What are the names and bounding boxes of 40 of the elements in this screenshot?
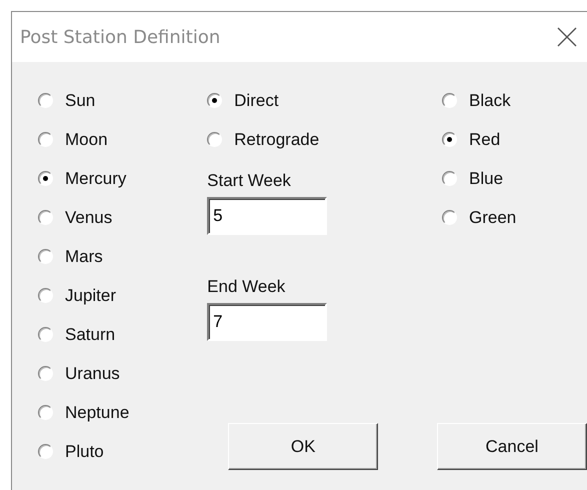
- radio-button[interactable]: [38, 210, 53, 225]
- radio-option[interactable]: Uranus: [38, 354, 208, 393]
- radio-button[interactable]: [38, 327, 53, 342]
- radio-button[interactable]: [38, 444, 53, 459]
- radio-option[interactable]: Moon: [38, 120, 208, 159]
- radio-button[interactable]: [38, 171, 53, 186]
- field-label: End Week: [207, 276, 286, 298]
- radio-button[interactable]: [38, 249, 53, 264]
- radio-option[interactable]: Sun: [38, 81, 208, 120]
- radio-option[interactable]: Mercury: [38, 159, 208, 198]
- radio-option[interactable]: Blue: [442, 159, 587, 198]
- radio-button[interactable]: [442, 210, 457, 225]
- radio-option[interactable]: Pluto: [38, 432, 208, 471]
- radio-option[interactable]: Retrograde: [207, 120, 442, 159]
- radio-option[interactable]: Green: [442, 198, 587, 237]
- window-title: Post Station Definition: [20, 26, 220, 50]
- dialog-button[interactable]: Cancel: [437, 423, 587, 470]
- radio-button[interactable]: [442, 171, 457, 186]
- radio-button[interactable]: [38, 93, 53, 108]
- close-icon[interactable]: [557, 27, 577, 47]
- radio-option[interactable]: Red: [442, 120, 587, 159]
- radio-button[interactable]: [207, 132, 222, 147]
- radio-button[interactable]: [38, 132, 53, 147]
- radio-button[interactable]: [38, 405, 53, 420]
- radio-button[interactable]: [442, 93, 457, 108]
- radio-option[interactable]: Direct: [207, 81, 442, 120]
- field-label: Start Week: [207, 170, 292, 192]
- radio-option[interactable]: Jupiter: [38, 276, 208, 315]
- radio-button[interactable]: [38, 366, 53, 381]
- radio-option[interactable]: Venus: [38, 198, 208, 237]
- dialog-button[interactable]: OK: [228, 423, 378, 470]
- radio-option[interactable]: Mars: [38, 237, 208, 276]
- radio-option[interactable]: Neptune: [38, 393, 208, 432]
- radio-option[interactable]: Saturn: [38, 315, 208, 354]
- radio-button[interactable]: [207, 93, 222, 108]
- input-field[interactable]: 5: [207, 197, 328, 235]
- input-field[interactable]: 7: [207, 303, 328, 341]
- radio-button[interactable]: [38, 288, 53, 303]
- radio-option[interactable]: Black: [442, 81, 587, 120]
- radio-button[interactable]: [442, 132, 457, 147]
